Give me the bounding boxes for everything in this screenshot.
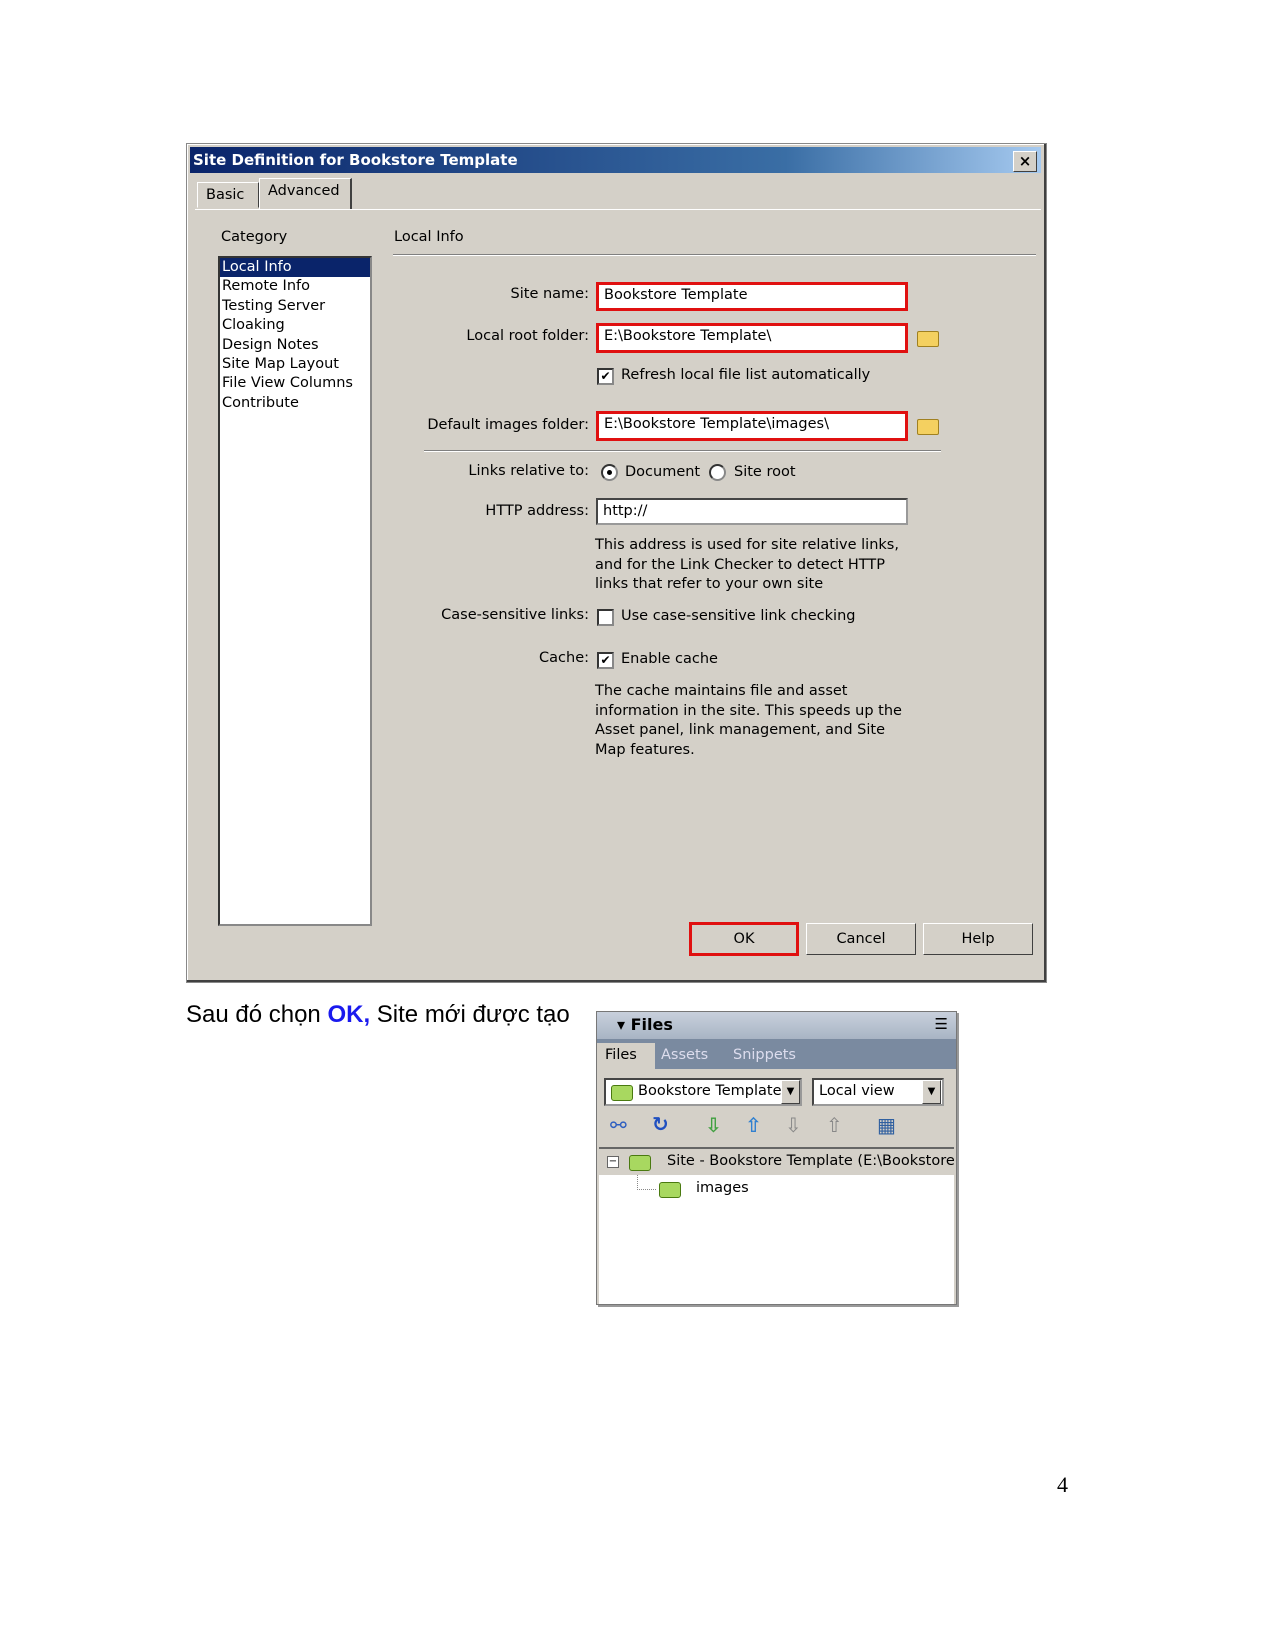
category-label: Category [221,229,288,245]
refresh-label: Refresh local file list automatically [621,367,871,383]
dialog-title: Site Definition for Bookstore Template [193,151,518,169]
panel-title: Files [630,1015,673,1034]
site-select-value: Bookstore Template [638,1083,782,1099]
radio-document-label: Document [625,464,701,480]
files-panel-header[interactable]: ▾ Files ☰ [597,1012,956,1039]
help-line: Map features. [595,741,695,758]
site-select[interactable]: Bookstore Template [604,1078,802,1106]
links-relative-label: Links relative to: [468,463,589,479]
help-line: The cache maintains file and asset [595,683,848,699]
local-root-label: Local root folder: [466,328,589,344]
files-panel-title: ▾ Files [617,1015,673,1034]
check-out-icon[interactable]: ⇩ [785,1113,802,1137]
folder-icon [659,1182,681,1198]
http-help-text: This address is used for site relative l… [595,536,899,595]
help-button[interactable]: Help [923,923,1033,955]
divider [424,450,941,452]
case-sensitive-label: Case-sensitive links: [441,607,589,623]
view-select-value: Local view [819,1083,895,1099]
cache-label: Cache: [539,650,589,666]
help-line: and for the Link Checker to detect HTTP [595,556,885,573]
caption-text: Site mới được tạo [370,1001,570,1028]
section-title: Local Info [394,229,464,245]
cache-help-text: The cache maintains file and asset inform… [595,682,902,760]
connect-icon[interactable]: ⚯ [610,1113,627,1137]
site-name-label: Site name: [510,286,589,302]
category-local-info[interactable]: Local Info [220,258,370,278]
put-icon[interactable]: ⇧ [745,1113,762,1137]
cache-checkbox[interactable]: ✔ [597,652,614,669]
cancel-button[interactable]: Cancel [806,923,916,955]
local-root-input[interactable]: E:\Bookstore Template\ [596,323,908,353]
tree-item-images[interactable]: images [696,1180,749,1196]
images-folder-input[interactable]: E:\Bookstore Template\images\ [596,411,908,441]
case-sensitive-option: Use case-sensitive link checking [621,608,856,624]
help-line: Asset panel, link management, and Site [595,722,886,738]
section-divider [393,254,1036,256]
images-folder-label: Default images folder: [427,417,589,433]
radio-site-root-label: Site root [734,464,796,480]
refresh-checkbox[interactable]: ✔ [597,368,614,385]
get-icon[interactable]: ⇩ [705,1113,722,1137]
help-line: links that refer to your own site [595,576,824,592]
tab-snippets[interactable]: Snippets [733,1047,796,1063]
expand-icon[interactable]: ▦ [877,1113,896,1137]
collapse-icon[interactable]: − [607,1156,619,1168]
document-page: Site Definition for Bookstore Template ×… [0,0,1274,1649]
radio-site-root[interactable] [709,464,726,481]
files-panel: ▾ Files ☰ Files Assets Snippets Bookstor… [596,1011,957,1305]
tab-files[interactable]: Files [597,1043,655,1069]
tab-divider [195,209,1041,210]
options-menu-icon[interactable]: ☰ [935,1015,948,1033]
radio-document[interactable] [601,464,618,481]
chevron-down-icon[interactable]: ▼ [781,1080,800,1104]
site-folder-icon [611,1085,633,1101]
close-button[interactable]: × [1013,151,1037,172]
http-address-input[interactable]: http:// [596,498,908,525]
tree-root-label: Site - Bookstore Template (E:\Bookstore [667,1153,955,1169]
site-name-input[interactable]: Bookstore Template [596,282,908,311]
check-in-icon[interactable]: ⇧ [826,1113,843,1137]
page-number: 4 [1057,1472,1068,1497]
category-file-view-columns[interactable]: File View Columns [220,374,370,393]
site-definition-dialog: Site Definition for Bookstore Template ×… [186,143,1047,983]
file-tree: − Site - Bookstore Template (E:\Bookstor… [599,1147,955,1304]
category-list[interactable]: Local Info Remote Info Testing Server Cl… [218,256,372,926]
browse-folder-icon[interactable] [917,331,939,347]
chevron-down-icon[interactable]: ▼ [922,1080,941,1104]
tab-advanced[interactable]: Advanced [259,178,352,210]
ok-button[interactable]: OK [689,922,799,956]
category-site-map-layout[interactable]: Site Map Layout [220,355,370,374]
refresh-icon[interactable]: ↻ [652,1112,669,1136]
browse-images-folder-icon[interactable] [917,419,939,435]
tree-line [637,1175,656,1190]
help-line: information in the site. This speeds up … [595,702,902,719]
tab-assets[interactable]: Assets [661,1047,708,1063]
folder-icon [629,1155,651,1171]
cache-option: Enable cache [621,651,718,667]
caption-ok: OK, [327,1001,371,1028]
case-sensitive-checkbox[interactable] [597,609,614,626]
http-address-label: HTTP address: [485,503,589,519]
caption-text: Sau đó chọn [186,1001,328,1028]
tab-basic[interactable]: Basic [197,182,259,208]
dialog-title-bar: Site Definition for Bookstore Template × [190,147,1041,173]
tree-root-row[interactable]: − Site - Bookstore Template (E:\Bookstor… [599,1149,955,1175]
panel-tabs: Files Assets Snippets [597,1039,956,1069]
category-contribute[interactable]: Contribute [220,394,370,413]
help-line: This address is used for site relative l… [595,537,899,553]
caption: Sau đó chọn OK, Site mới được tạo [186,1001,570,1029]
